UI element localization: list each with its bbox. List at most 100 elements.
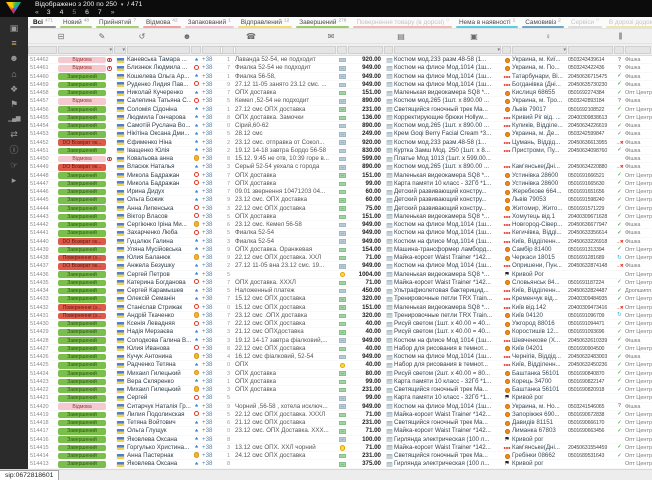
client-phone[interactable]: +38 — [202, 304, 222, 312]
client-phone[interactable]: +38 — [202, 114, 222, 122]
status-pill[interactable]: Завершений — [58, 148, 106, 155]
client-phone[interactable]: +38 — [202, 403, 222, 411]
filter-col-1[interactable]: ▾ — [58, 46, 113, 54]
table-row[interactable]: 514441ЗавершенийЗахарченко Люба+385Фиалк… — [28, 229, 652, 237]
pager-page[interactable]: 3 — [47, 9, 51, 17]
tab-5[interactable]: Відправлений12 — [236, 17, 295, 28]
client-phone[interactable]: +38 — [202, 188, 222, 196]
tab-3[interactable]: Відмова42 — [141, 17, 183, 28]
dashboard-icon[interactable]: ▣ — [5, 24, 23, 33]
filter-col-7[interactable] — [235, 46, 336, 54]
table-row[interactable]: 514439ЗавершенийУляна Мусійовська*+389ОП… — [28, 246, 652, 254]
client-column-icon[interactable]: ☻ — [183, 32, 191, 41]
table-row[interactable]: 514430ЗавершенийКсенія Левадняя+38722.12… — [28, 320, 652, 328]
filter-col-10[interactable] — [384, 46, 393, 54]
purchases-icon[interactable]: ❖ — [5, 85, 23, 94]
clients-icon[interactable]: ☻ — [5, 54, 23, 63]
status-pill[interactable]: Завершений — [58, 346, 106, 353]
client-phone[interactable]: +38 — [202, 147, 222, 155]
client-phone[interactable]: +38 — [202, 312, 222, 320]
ttn-column-icon[interactable]: ||| — [619, 32, 621, 41]
client-phone[interactable]: +38 — [202, 163, 222, 171]
table-row[interactable]: 514421ЗавершенийСергей+38599.00Карта пам… — [28, 394, 652, 402]
client-phone[interactable]: +38 — [202, 180, 222, 188]
status-pill[interactable]: Завершений — [58, 205, 106, 212]
client-phone[interactable]: +38 — [202, 353, 222, 361]
status-pill[interactable]: Відмова — [58, 57, 106, 64]
status-pill[interactable]: Відмова — [58, 156, 106, 163]
status-pill[interactable]: Завершений — [58, 247, 106, 254]
status-pill[interactable]: Завершений — [58, 288, 106, 295]
tab-11[interactable]: В дорозі додому0 — [604, 17, 652, 28]
client-phone[interactable]: +38 — [202, 279, 222, 287]
table-row[interactable]: 514460ЗавершенийКошелева Ольга Ар...*+38… — [28, 73, 652, 81]
table-row[interactable]: 514442ЗавершенийСергіюнко Іріна Ми...+38… — [28, 221, 652, 229]
payment-column-icon[interactable]: ▤ — [397, 32, 405, 41]
status-pill[interactable]: DO Возврат ок... — [58, 164, 106, 171]
status-pill[interactable]: DO Возврат ок... — [58, 139, 106, 146]
tab-7[interactable]: Повернення товару (в дорозі)0 — [351, 17, 453, 28]
filter-col-5[interactable] — [202, 46, 221, 54]
filter-col-16[interactable] — [625, 46, 651, 54]
table-row[interactable]: 514431Повернення (з...Андрій Ткаченко+38… — [28, 312, 652, 320]
status-pill[interactable]: Завершений — [58, 280, 106, 287]
client-phone[interactable]: +38 — [202, 361, 222, 369]
table-row[interactable]: 514417ЗавершенийОльга Глущук*+38023.12 с… — [28, 427, 652, 435]
status-pill[interactable]: Завершений — [58, 106, 106, 113]
table-row[interactable]: 514462ВідмоваКаневська Тамара ...*+381Ла… — [28, 56, 652, 64]
status-pill[interactable]: Завершений — [58, 321, 106, 328]
info-icon[interactable]: ⓘ — [5, 146, 23, 155]
client-phone[interactable]: +38 — [202, 271, 222, 279]
app-logo-icon[interactable] — [6, 2, 21, 14]
client-phone[interactable]: +38 — [202, 130, 222, 138]
status-pill[interactable]: Завершений — [58, 329, 106, 336]
table-row[interactable]: 514443ЗавершенийВіктор Власов+385ОПХ дос… — [28, 213, 652, 221]
status-pill[interactable]: Завершений — [58, 189, 106, 196]
table-row[interactable]: 514434ЗавершенийСергей Карамышев*+385Нал… — [28, 287, 652, 295]
client-phone[interactable]: +38 — [202, 411, 222, 419]
filter-col-12[interactable] — [502, 46, 511, 54]
tab-10[interactable]: Сервіси0 — [566, 17, 604, 28]
status-pill[interactable]: Завершений — [58, 354, 106, 361]
client-phone[interactable]: +38 — [202, 460, 222, 468]
filter-dropdown-icon[interactable]: ▾ — [497, 47, 500, 54]
filter-col-11[interactable]: ▾ — [394, 46, 501, 54]
filter-col-13[interactable]: ▾ — [512, 46, 567, 54]
client-phone[interactable]: +38 — [202, 262, 222, 270]
client-phone[interactable]: +38 — [202, 221, 222, 229]
pager-first-icon[interactable]: « — [35, 9, 38, 17]
client-phone[interactable]: +38 — [202, 155, 222, 163]
client-phone[interactable]: +38 — [202, 64, 222, 72]
status-pill[interactable]: Завершений — [58, 82, 106, 89]
status-pill[interactable]: Завершений — [58, 172, 106, 179]
client-phone[interactable]: +38 — [202, 97, 222, 105]
filter-col-0[interactable] — [28, 46, 57, 54]
status-pill[interactable]: Завершений — [58, 379, 106, 386]
table-row[interactable]: 514456ЗавершенийСоломія Сідоніна*+38127.… — [28, 106, 652, 114]
status-pill[interactable]: Завершений — [58, 436, 106, 443]
status-pill[interactable]: Завершений — [58, 181, 106, 188]
orders-icon[interactable]: ≡ — [5, 39, 23, 48]
client-phone[interactable]: +38 — [202, 81, 222, 89]
filter-col-15[interactable] — [614, 46, 624, 54]
pager-last-icon[interactable]: » — [111, 9, 114, 17]
product-column-icon[interactable]: ▣ — [470, 32, 478, 41]
tab-0[interactable]: Всі471 — [28, 17, 58, 28]
filter-dropdown-icon[interactable]: ▾ — [563, 47, 566, 54]
status-pill[interactable]: DO Возврат ок... — [58, 263, 106, 270]
status-pill[interactable]: Завершений — [58, 271, 106, 278]
client-phone[interactable]: +38 — [202, 320, 222, 328]
status-pill[interactable]: Завершений — [58, 395, 106, 402]
client-phone[interactable]: +38 — [202, 370, 222, 378]
statistics-icon[interactable]: ▁▄▆ — [5, 115, 23, 124]
client-phone[interactable]: +38 — [202, 89, 222, 97]
pager-page[interactable]: 4 — [60, 9, 64, 17]
status-pill[interactable]: Завершений — [58, 73, 106, 80]
table-row[interactable]: 514459ЗавершенийРуденко Лидия Пав...+389… — [28, 81, 652, 89]
status-pill[interactable]: Завершений — [58, 131, 106, 138]
client-phone[interactable]: +38 — [202, 73, 222, 81]
table-row[interactable]: 514423ЗавершенийВера Скляренко*+381ОПХ д… — [28, 378, 652, 386]
client-phone[interactable]: +38 — [202, 238, 222, 246]
tab-8[interactable]: Нема в наявності1 — [454, 17, 520, 28]
company-icon[interactable]: ⌂ — [5, 70, 23, 79]
